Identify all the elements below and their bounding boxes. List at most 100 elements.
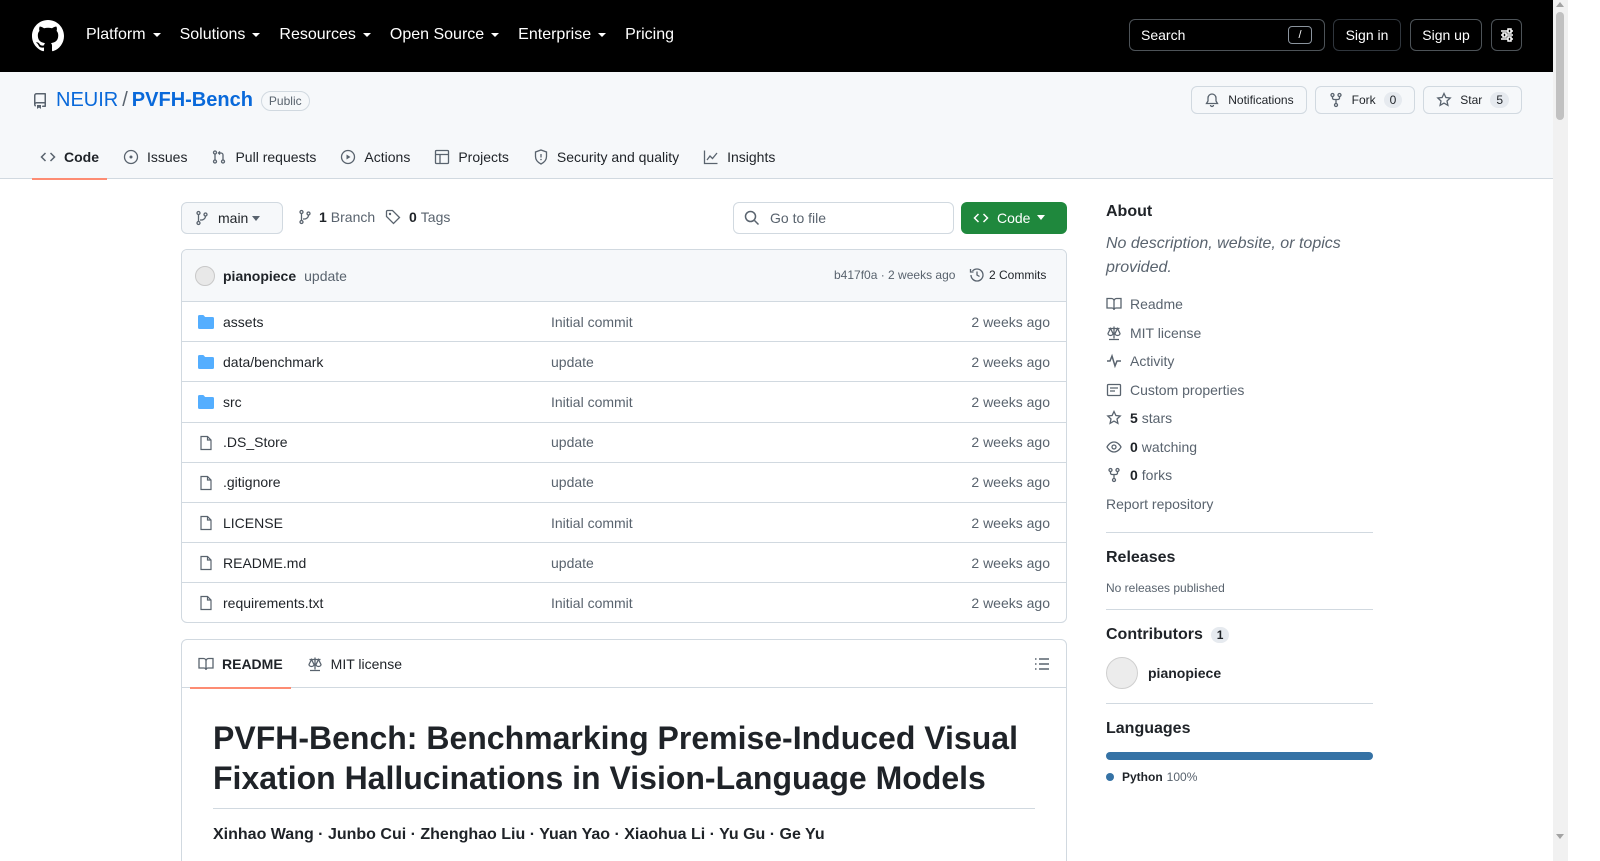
search-button[interactable]: Search / <box>1129 19 1325 51</box>
tab-insights[interactable]: Insights <box>695 134 783 179</box>
contributors-heading[interactable]: Contributors <box>1106 626 1203 643</box>
file-name-link[interactable]: .gitignore <box>223 474 281 490</box>
go-to-file-input[interactable]: Go to file <box>733 202 954 234</box>
report-repository-link[interactable]: Report repository <box>1106 490 1373 519</box>
file-commit-message[interactable]: update <box>551 555 594 571</box>
file-row[interactable]: data/benchmark update 2 weeks ago <box>182 342 1066 383</box>
file-row[interactable]: LICENSE Initial commit 2 weeks ago <box>182 503 1066 544</box>
contributors-section: Contributors 1 <box>1106 626 1373 644</box>
tab-label: MIT license <box>330 655 402 672</box>
stars-link[interactable]: 5 stars <box>1106 404 1373 433</box>
file-commit-message[interactable]: Initial commit <box>551 314 633 330</box>
visibility-badge: Public <box>260 90 310 111</box>
star-button[interactable]: Star 5 <box>1423 86 1522 114</box>
file-commit-message[interactable]: update <box>551 434 594 450</box>
commits-link[interactable]: 2 Commits <box>969 267 1046 283</box>
nav-resources[interactable]: Resources <box>279 22 371 48</box>
file-row[interactable]: .DS_Store update 2 weeks ago <box>182 423 1066 463</box>
file-row[interactable]: assets Initial commit 2 weeks ago <box>182 302 1066 343</box>
branch-selector[interactable]: main <box>181 202 283 234</box>
tab-readme[interactable]: README <box>190 640 291 689</box>
github-logo-icon[interactable] <box>32 20 64 52</box>
avatar[interactable] <box>1106 657 1138 689</box>
repository-header: NEUIR / PVFH-Bench Public Notifications … <box>0 72 1553 180</box>
commit-message[interactable]: update <box>304 268 347 284</box>
contributor-item[interactable]: pianopiece <box>1106 657 1373 689</box>
releases-heading[interactable]: Releases <box>1106 549 1373 567</box>
nav-platform[interactable]: Platform <box>86 22 162 48</box>
chevron-down-icon <box>598 33 607 37</box>
nav-open-source[interactable]: Open Source <box>390 22 500 48</box>
file-icon <box>200 475 212 490</box>
file-row[interactable]: README.md update 2 weeks ago <box>182 543 1066 584</box>
fork-icon <box>1108 468 1120 483</box>
activity-label: Activity <box>1130 353 1175 370</box>
file-name-link[interactable]: requirements.txt <box>223 595 323 611</box>
tab-pull-requests[interactable]: Pull requests <box>203 134 324 179</box>
activity-link[interactable]: Activity <box>1106 347 1373 376</box>
file-name-link[interactable]: .DS_Store <box>223 434 288 450</box>
note-icon <box>1106 383 1122 396</box>
avatar[interactable] <box>195 265 215 286</box>
scroll-down-arrow-icon[interactable] <box>1556 834 1564 839</box>
nav-pricing[interactable]: Pricing <box>625 22 674 48</box>
language-item[interactable]: Python 100% <box>1106 770 1373 784</box>
repo-owner-link[interactable]: NEUIR <box>56 89 118 112</box>
file-list: pianopiece update b417f0a · 2 weeks ago … <box>181 249 1067 623</box>
file-commit-message[interactable]: Initial commit <box>551 394 633 410</box>
file-name-link[interactable]: assets <box>223 314 263 330</box>
tag-icon <box>385 209 401 225</box>
file-commit-message[interactable]: update <box>551 474 594 490</box>
sign-up-button[interactable]: Sign up <box>1410 19 1482 51</box>
divider <box>1106 609 1373 610</box>
forks-link[interactable]: 0 forks <box>1106 461 1373 490</box>
file-commit-message[interactable]: Initial commit <box>551 515 633 531</box>
readme-link[interactable]: Readme <box>1106 290 1373 319</box>
file-name-link[interactable]: LICENSE <box>223 515 283 531</box>
settings-menu-button[interactable] <box>1491 19 1522 51</box>
file-commit-message[interactable]: Initial commit <box>551 595 633 611</box>
tab-code[interactable]: Code <box>32 134 107 180</box>
readme-tabs: README MIT license <box>182 640 1066 689</box>
fork-icon <box>1329 92 1342 108</box>
commit-meta[interactable]: b417f0a · 2 weeks ago <box>834 268 955 282</box>
law-icon <box>308 657 322 671</box>
tab-license[interactable]: MIT license <box>299 640 410 688</box>
watchers-link[interactable]: 0 watching <box>1106 433 1373 462</box>
divider <box>1106 703 1373 704</box>
scrollbar-thumb[interactable] <box>1556 12 1564 120</box>
tab-security[interactable]: Security and quality <box>525 134 687 179</box>
file-name-link[interactable]: README.md <box>223 555 306 571</box>
file-row[interactable]: requirements.txt Initial commit 2 weeks ag… <box>182 583 1066 622</box>
notifications-button[interactable]: Notifications <box>1191 86 1307 114</box>
tab-projects[interactable]: Projects <box>426 134 517 179</box>
page-scrollbar[interactable] <box>1553 0 1568 861</box>
contributor-name[interactable]: pianopiece <box>1148 665 1221 681</box>
file-type-icon <box>198 394 214 410</box>
file-name-link[interactable]: src <box>223 394 242 410</box>
tab-label: Issues <box>147 148 188 165</box>
branches-link[interactable]: 1 Branch <box>297 209 375 225</box>
star-count: 5 <box>1490 92 1509 108</box>
commit-author[interactable]: pianopiece <box>223 268 296 284</box>
tab-issues[interactable]: Issues <box>115 134 195 179</box>
code-dropdown-button[interactable]: Code <box>961 202 1067 234</box>
star-icon <box>1436 92 1452 107</box>
file-commit-age: 2 weeks ago <box>971 434 1050 451</box>
repo-name-link[interactable]: PVFH-Bench <box>132 89 253 112</box>
file-commit-message[interactable]: update <box>551 354 594 370</box>
nav-solutions[interactable]: Solutions <box>180 22 262 48</box>
file-commit-age: 2 weeks ago <box>971 313 1050 330</box>
scroll-up-arrow-icon[interactable] <box>1556 2 1564 7</box>
list-icon[interactable] <box>1034 656 1050 672</box>
license-link[interactable]: MIT license <box>1106 319 1373 348</box>
tags-link[interactable]: 0 Tags <box>385 209 450 225</box>
custom-properties-link[interactable]: Custom properties <box>1106 376 1373 405</box>
nav-enterprise[interactable]: Enterprise <box>518 22 607 48</box>
tab-actions[interactable]: Actions <box>332 134 418 179</box>
sign-in-button[interactable]: Sign in <box>1333 19 1401 51</box>
fork-button[interactable]: Fork 0 <box>1314 86 1416 114</box>
file-row[interactable]: .gitignore update 2 weeks ago <box>182 463 1066 503</box>
file-name-link[interactable]: data/benchmark <box>223 354 323 370</box>
file-row[interactable]: src Initial commit 2 weeks ago <box>182 382 1066 423</box>
